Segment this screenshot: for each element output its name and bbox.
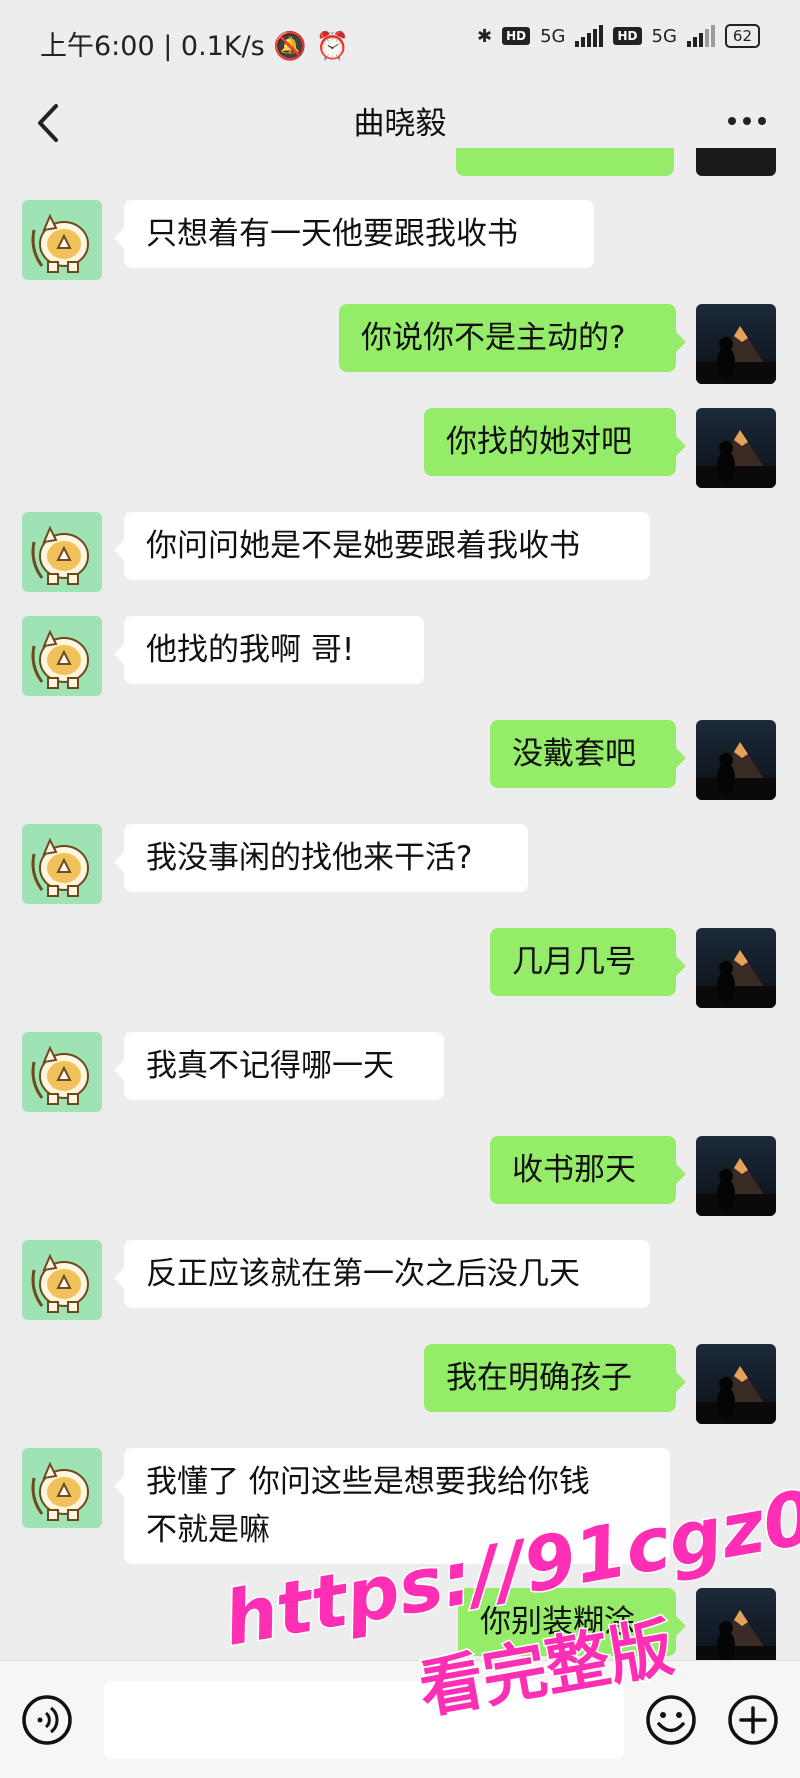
partial-bubble [456,148,674,176]
signal-icon-2 [686,25,715,47]
status-right: ✱ HD 5G HD 5G 62 [477,24,760,48]
self-avatar[interactable] [696,304,776,384]
contact-avatar[interactable] [22,1240,102,1320]
message-bubble[interactable]: 没戴套吧 [490,720,686,788]
message-bubble[interactable]: 只想着有一天他要跟我收书 [114,200,594,268]
message-input[interactable] [104,1681,624,1759]
self-avatar[interactable] [696,1344,776,1424]
message-bubble[interactable]: 他找的我啊 哥! [114,616,424,684]
input-bar [0,1660,800,1778]
alarm-icon: ⏰ [315,31,350,62]
status-left: 上午6:00 | 0.1K/s 🔕 ⏰ [40,31,350,62]
self-avatar[interactable] [696,408,776,488]
plus-icon[interactable] [726,1693,780,1747]
bluetooth-icon: ✱ [476,25,493,47]
contact-avatar[interactable] [22,616,102,696]
partial-avatar [696,148,776,176]
mute-icon: 🔕 [273,31,307,62]
signal-icon-1 [575,25,604,47]
contact-avatar[interactable] [22,512,102,592]
more-icon[interactable] [722,96,772,146]
message-bubble[interactable]: 我真不记得哪一天 [114,1032,444,1100]
message-bubble[interactable]: 我懂了 你问这些是想要我给你钱 不就是嘛 [114,1448,670,1564]
message-bubble[interactable]: 你找的她对吧 [424,408,686,476]
message-bubble[interactable]: 我没事闲的找他来干活? [114,824,528,892]
hd-badge-1: HD [502,27,531,45]
chat-title: 曲晓毅 [353,106,447,142]
net-label-2: 5G [651,25,677,47]
net-label-1: 5G [540,25,566,47]
contact-avatar[interactable] [22,1032,102,1112]
message-bubble[interactable]: 反正应该就在第一次之后没几天 [114,1240,650,1308]
message-bubble[interactable]: 几月几号 [490,928,686,996]
contact-avatar[interactable] [22,200,102,280]
self-avatar[interactable] [696,720,776,800]
message-bubble[interactable]: 我在明确孩子 [424,1344,686,1412]
self-avatar[interactable] [696,1588,776,1660]
message-bubble[interactable]: 收书那天 [490,1136,686,1204]
self-avatar[interactable] [696,928,776,1008]
contact-avatar[interactable] [22,1448,102,1528]
hd-badge-2: HD [613,27,642,45]
emoji-icon[interactable] [644,1693,698,1747]
status-time: 上午6:00 [40,31,155,62]
voice-icon[interactable] [20,1693,74,1747]
status-bar: 上午6:00 | 0.1K/s 🔕 ⏰ ✱ HD 5G HD 5G 62 [0,0,800,86]
self-avatar[interactable] [696,1136,776,1216]
battery-icon: 62 [724,24,760,48]
message-bubble[interactable]: 你说你不是主动的? [339,304,686,372]
message-bubble[interactable]: 你别装糊涂 [458,1588,686,1656]
chat-area[interactable]: 只想着有一天他要跟我收书 你说你不是主动的? 你找的她对吧 你问问她是不是她要跟… [0,148,800,1660]
contact-avatar[interactable] [22,824,102,904]
status-speed: 0.1K/s [180,31,265,62]
message-bubble[interactable]: 你问问她是不是她要跟着我收书 [114,512,650,580]
